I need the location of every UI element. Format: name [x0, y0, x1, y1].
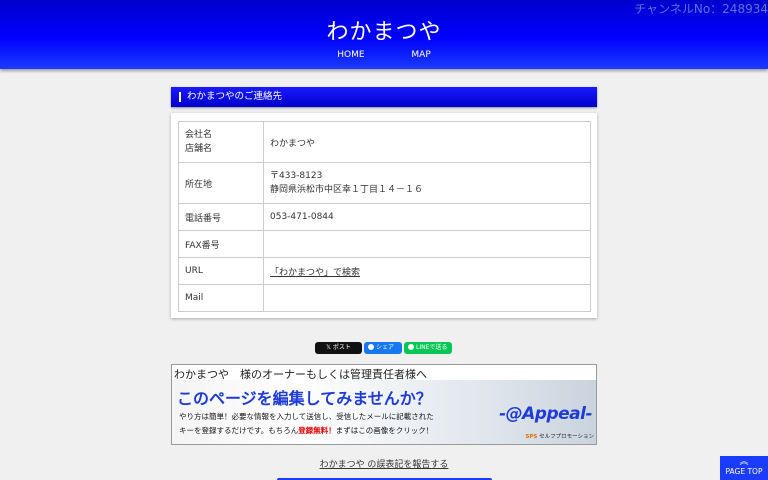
table-row: Mail	[178, 284, 591, 312]
sps-mark: SPS	[525, 434, 538, 440]
main-nav: HOME MAP	[0, 50, 768, 60]
facebook-icon	[368, 344, 374, 350]
nav-home-link[interactable]: HOME	[337, 50, 364, 60]
site-title: わかまつや	[326, 20, 442, 45]
fax-value	[263, 230, 591, 258]
mail-label: Mail	[178, 284, 264, 312]
fax-label: FAX番号	[178, 230, 264, 258]
table-row: 電話番号 053-471-0844	[178, 203, 591, 231]
sps-text: セルフプロモーション	[539, 434, 594, 440]
url-label: URL	[178, 257, 264, 285]
table-row: 所在地 〒433-8123 静岡県浜松市中区幸１丁目１４－１６	[178, 162, 591, 204]
site-header: チャンネルNo：248934 わかまつや HOME MAP	[0, 0, 768, 69]
x-post-button[interactable]: 𝕏 ポスト	[315, 342, 362, 354]
contact-card: 会社名 店舗名 わかまつや 所在地 〒433-8123 静岡県浜松市中区幸１丁目…	[171, 113, 597, 318]
section-title-bar: わかまつやのご連絡先	[171, 87, 597, 107]
banner-strip: このページを編集してみませんか？ やり方は簡単！必要な情報を入力して送信し、受信…	[172, 380, 596, 444]
section-title: わかまつやのご連絡先	[187, 91, 283, 102]
company-label-2: 店舗名	[185, 144, 213, 154]
postal-code: 〒433-8123	[270, 171, 323, 181]
appeal-logo: -@Appeal-	[499, 404, 592, 424]
phone-value: 053-471-0844	[263, 203, 591, 231]
url-value: 「わかまつや」で検索	[263, 257, 591, 285]
report-error-link[interactable]: わかまつや の誤表記を報告する	[0, 457, 768, 470]
line-send-button[interactable]: LINEで送る	[404, 342, 452, 354]
banner-description: やり方は簡単！必要な情報を入力して送信し、受信したメールに記載された キーを登録…	[179, 410, 434, 438]
nav-map-link[interactable]: MAP	[411, 50, 430, 60]
section-marker-icon	[179, 92, 181, 102]
page-top-label: PAGE TOP	[725, 467, 763, 476]
table-row: FAX番号	[178, 230, 591, 258]
company-value: わかまつや	[263, 121, 591, 163]
banner-desc-free: 登録無料！	[298, 426, 336, 435]
banner-desc-line-2: キーを登録するだけです。もちろん登録無料！まずはこの画像をクリック！	[179, 424, 434, 438]
phone-label: 電話番号	[178, 203, 264, 231]
mail-value	[263, 284, 591, 312]
company-label: 会社名 店舗名	[178, 121, 264, 163]
address-label: 所在地	[178, 162, 264, 204]
contact-table: 会社名 店舗名 わかまつや 所在地 〒433-8123 静岡県浜松市中区幸１丁目…	[178, 121, 591, 312]
table-row: URL 「わかまつや」で検索	[178, 257, 591, 285]
banner-desc-part-a: キーを登録するだけです。もちろん	[179, 426, 299, 435]
page-top-button[interactable]: ︽ PAGE TOP	[720, 456, 768, 480]
company-label-1: 会社名	[185, 130, 213, 140]
address-value: 〒433-8123 静岡県浜松市中区幸１丁目１４－１６	[263, 162, 591, 204]
line-icon	[408, 344, 414, 350]
sps-label: SPS セルフプロモーション	[525, 432, 594, 440]
facebook-share-button[interactable]: シェア	[364, 342, 402, 354]
banner-desc-line-1: やり方は簡単！必要な情報を入力して送信し、受信したメールに記載された	[179, 412, 434, 421]
table-row: 会社名 店舗名 わかまつや	[178, 121, 591, 163]
line-send-label: LINEで送る	[416, 344, 448, 351]
banner-desc-part-b: まずはこの画像をクリック！	[335, 426, 434, 435]
x-post-label: 𝕏 ポスト	[326, 344, 351, 351]
address-text: 静岡県浜松市中区幸１丁目１４－１６	[270, 185, 424, 195]
search-link[interactable]: 「わかまつや」で検索	[270, 268, 360, 278]
banner-headline: このページを編集してみませんか？	[177, 389, 432, 408]
chevron-up-icon: ︽	[739, 457, 749, 467]
edit-page-banner[interactable]: わかまつや 様のオーナーもしくは管理責任者様へ このページを編集してみませんか？…	[171, 364, 597, 445]
facebook-share-label: シェア	[376, 344, 395, 351]
